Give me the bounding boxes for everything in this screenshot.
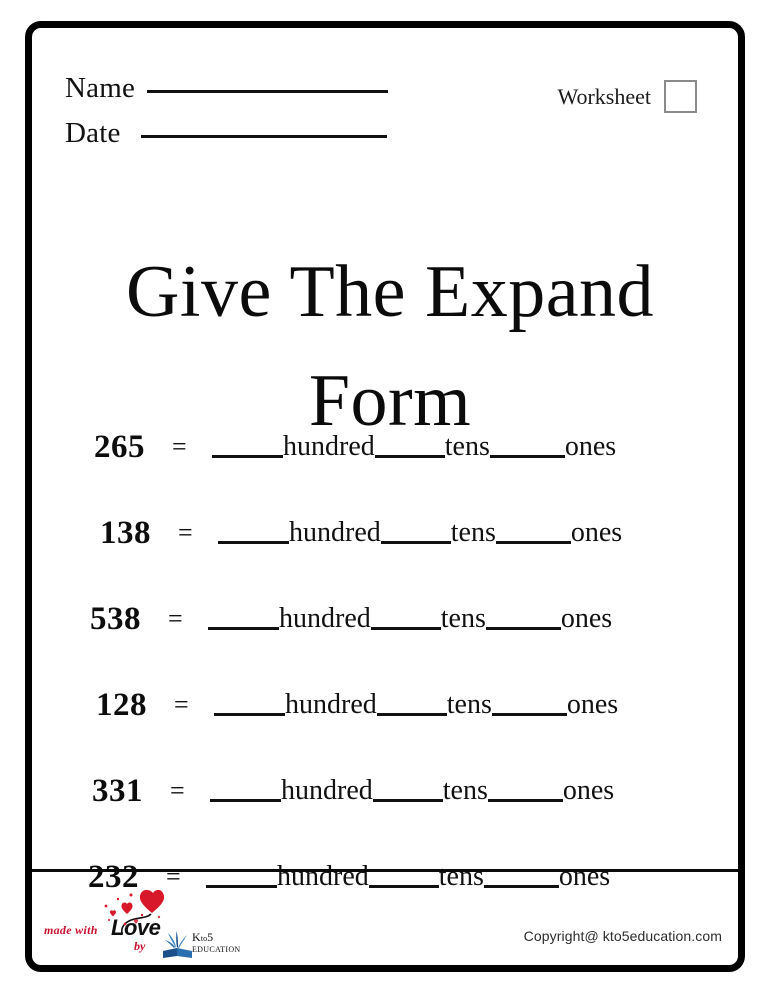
ones-blank[interactable] (487, 798, 563, 802)
date-label: Date (65, 117, 121, 149)
logo-brand-number: 5 (207, 930, 214, 944)
worksheet-number-checkbox[interactable] (664, 80, 697, 113)
tens-label: tens (450, 517, 496, 548)
equals-sign: = (172, 432, 187, 461)
ones-blank[interactable] (495, 540, 571, 544)
name-input-rule[interactable] (147, 90, 389, 93)
tens-blank[interactable] (372, 798, 443, 802)
logo-brand-text: Kto5 EDUCATION (192, 931, 240, 954)
hundreds-blank[interactable] (218, 540, 289, 544)
problem-number: 128 (96, 686, 147, 723)
ones-label: ones (566, 689, 619, 720)
hundreds-label: hundred (283, 431, 375, 462)
equals-sign: = (174, 690, 189, 719)
hundreds-label: hundred (285, 689, 377, 720)
logo-by-text: by (134, 939, 146, 953)
ones-label: ones (562, 775, 615, 806)
equals-sign: = (178, 518, 193, 547)
ones-blank[interactable] (485, 626, 561, 630)
problem-row: 265 = hundred tens ones (32, 404, 738, 490)
logo-brand-education: EDUCATION (192, 944, 241, 954)
hundreds-blank[interactable] (210, 798, 281, 802)
logo-made-with-text: made with (44, 923, 98, 937)
equals-sign: = (170, 776, 185, 805)
problem-list: 265 = hundred tens ones 138 = hundred te… (32, 404, 738, 920)
ones-blank[interactable] (489, 454, 565, 458)
worksheet-label: Worksheet (557, 83, 651, 109)
copyright-text: Copyright@ kto5education.com (523, 928, 722, 944)
logo-brand-k: K (192, 930, 201, 944)
tens-label: tens (444, 431, 490, 462)
problem-row: 128 = hundred tens ones (32, 662, 738, 748)
tens-label: tens (446, 689, 492, 720)
problem-row: 538 = hundred tens ones (32, 576, 738, 662)
tens-label: tens (442, 775, 488, 806)
tens-blank[interactable] (374, 454, 445, 458)
logo-love-text: Love (111, 915, 161, 940)
tens-label: tens (440, 603, 486, 634)
tens-blank[interactable] (376, 712, 447, 716)
date-input-rule[interactable] (140, 135, 387, 138)
name-field-row: Name (65, 72, 389, 105)
tens-blank[interactable] (370, 626, 441, 630)
name-label: Name (65, 72, 136, 104)
problem-row: 331 = hundred tens ones (32, 748, 738, 834)
worksheet-header: Name Date Worksheet (32, 28, 738, 150)
hundreds-label: hundred (281, 775, 373, 806)
tens-blank[interactable] (380, 540, 451, 544)
made-with-love-logo: made with Love by Kto5 EDUCATION (44, 889, 304, 961)
worksheet-footer: made with Love by Kto5 EDUCATION Copyrig… (32, 872, 738, 965)
open-book-icon (163, 931, 192, 958)
problem-number: 538 (90, 600, 141, 637)
hundreds-label: hundred (279, 603, 371, 634)
problem-row: 138 = hundred tens ones (32, 490, 738, 576)
hundreds-blank[interactable] (214, 712, 285, 716)
hundreds-blank[interactable] (212, 454, 283, 458)
worksheet-number-group: Worksheet (557, 80, 697, 113)
ones-label: ones (560, 603, 613, 634)
hundreds-blank[interactable] (208, 626, 279, 630)
ones-label: ones (570, 517, 623, 548)
worksheet-page: Name Date Worksheet Give The Expand Form… (0, 0, 768, 994)
hundreds-label: hundred (289, 517, 381, 548)
equals-sign: = (168, 604, 183, 633)
problem-number: 138 (100, 514, 151, 551)
ones-label: ones (564, 431, 617, 462)
date-field-row: Date (65, 117, 387, 150)
worksheet-border-frame: Name Date Worksheet Give The Expand Form… (25, 21, 745, 972)
problem-number: 331 (92, 772, 143, 809)
problem-number: 265 (94, 428, 145, 465)
ones-blank[interactable] (491, 712, 567, 716)
